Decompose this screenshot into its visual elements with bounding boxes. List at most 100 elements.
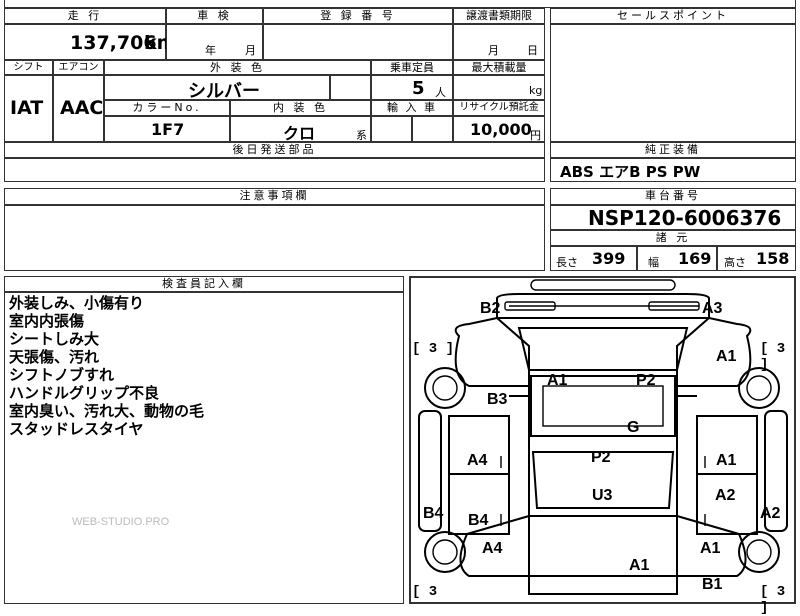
later-parts-cell [4,158,545,182]
inspector-line: 室内内張傷 [9,312,85,330]
damage-mark: A4 [482,540,503,557]
color-no-header: カラーNo. [104,100,230,116]
sales-point-label: セールスポイント [617,9,729,22]
interior-color-suffix: 系 [356,129,367,142]
inspector-lines: 外装しみ、小傷有り 室内内張傷 シートしみ大 天張傷、汚れ シフトノブすれ ハン… [9,294,204,438]
mileage-label: 走 行 [67,9,103,22]
import-cell-a [371,116,412,142]
sales-point-cell [550,24,796,142]
equipment-header: 純正装備 [550,142,796,158]
tire-count-rear-right: [ 3 ] [760,584,786,616]
damage-mark: A2 [760,505,781,522]
capacity-header: 乗車定員 [371,60,453,75]
damage-mark: G [627,419,640,436]
car-diagram [418,279,788,595]
wheel-rear-left [424,531,466,573]
inspector-line: シフトノブすれ [9,366,115,384]
registration-header: 登 録 番 号 [263,8,453,24]
inspector-line: 外装しみ、小傷有り [9,294,145,312]
length-value: 399 [592,249,626,268]
fender-front-left [454,316,530,387]
later-parts-header: 後日発送部品 [4,142,545,158]
transfer-month: 月 [488,44,499,57]
inspector-line: 天張傷、汚れ [9,348,100,366]
front-bumper [530,279,676,291]
height-value: 158 [756,249,790,268]
damage-mark: P2 [591,449,611,466]
chassis-value: NSP120-6006376 [588,206,782,230]
import-label: 輸 入 車 [387,101,437,114]
rear-bumper [528,575,678,595]
aircon-value: AAC [60,97,104,119]
damage-mark: A3 [702,300,723,317]
length-label: 長さ [556,256,578,269]
damage-mark: B4 [468,512,489,529]
notes-cell [4,205,545,271]
inspection-year: 年 [205,44,216,57]
shift-value: IAT [10,97,44,119]
damage-mark: U3 [592,487,613,504]
damage-mark: A1 [629,557,650,574]
inspector-line: スタッドレスタイヤ [9,420,144,438]
damage-mark: A1 [700,540,721,557]
wheel-front-left-inner [432,375,458,401]
later-parts-label: 後日発送部品 [232,143,317,156]
wheel-front-right-inner [746,375,772,401]
height-label: 高さ [724,256,746,269]
damage-mark: B4 [423,505,444,522]
max-load-header: 最大積載量 [453,60,545,75]
capacity-label: 乗車定員 [390,61,434,74]
exterior-color-header: 外 装 色 [104,60,371,75]
wheel-front-left [424,367,466,409]
recycle-unit: 円 [530,129,541,142]
width-label: 幅 [648,256,659,269]
color-no-label: カラーNo. [132,101,202,114]
exterior-color-subcell [330,75,371,100]
inspection-header: 車 検 [166,8,263,24]
watermark: WEB-STUDIO.PRO [72,516,170,528]
wheel-front-right [738,367,780,409]
damage-mark: P2 [636,372,656,389]
tire-count-rear-left: [ 3 [412,584,438,600]
shift-label: シフト [13,62,44,73]
windshield [517,327,689,371]
chassis-label: 車台番号 [645,189,701,202]
inspection-label: 車 検 [197,9,232,22]
import-header: 輸 入 車 [371,100,453,116]
fender-front-right [676,316,752,387]
import-cell-b [412,116,453,142]
registration-label: 登 録 番 号 [320,9,396,22]
damage-mark: A1 [716,348,737,365]
recycle-label: リサイクル預託金 [459,102,539,113]
roof-inner [542,385,664,427]
mileage-header: 走 行 [4,8,166,24]
top-strip [4,0,796,8]
inspector-line: シートしみ大 [9,330,100,348]
damage-mark: B2 [480,300,501,317]
notes-label: 注意事項欄 [239,189,310,202]
damage-mark: A1 [547,372,568,389]
recycle-value: 10,000 [470,120,532,139]
interior-color-label: 内 装 色 [273,101,328,114]
capacity-unit: 人 [435,86,446,99]
max-load-unit: kg [529,84,543,97]
dims-label: 諸 元 [655,231,691,244]
aircon-label: エアコン [58,62,99,73]
wheel-rear-left-inner [432,539,458,565]
transfer-day: 日 [527,44,538,57]
max-load-label: 最大積載量 [471,61,527,74]
damage-mark: B3 [487,391,508,408]
interior-color-header: 内 装 色 [230,100,371,116]
inspector-label: 検査員記入欄 [162,277,246,290]
width-value: 169 [678,249,712,268]
inspector-line: 室内臭い、汚れ大、動物の毛 [9,402,205,420]
exterior-color-label: 外 装 色 [210,61,265,74]
equipment-label: 純正装備 [645,143,701,156]
notes-header: 注意事項欄 [4,188,545,205]
color-no-value: 1F7 [151,120,185,139]
registration-cell [263,24,453,60]
damage-mark: A2 [715,487,736,504]
inspector-header: 検査員記入欄 [4,276,404,292]
transfer-label: 譲渡書類期限 [466,9,532,22]
inspector-line: ハンドルグリップ不良 [9,384,160,402]
